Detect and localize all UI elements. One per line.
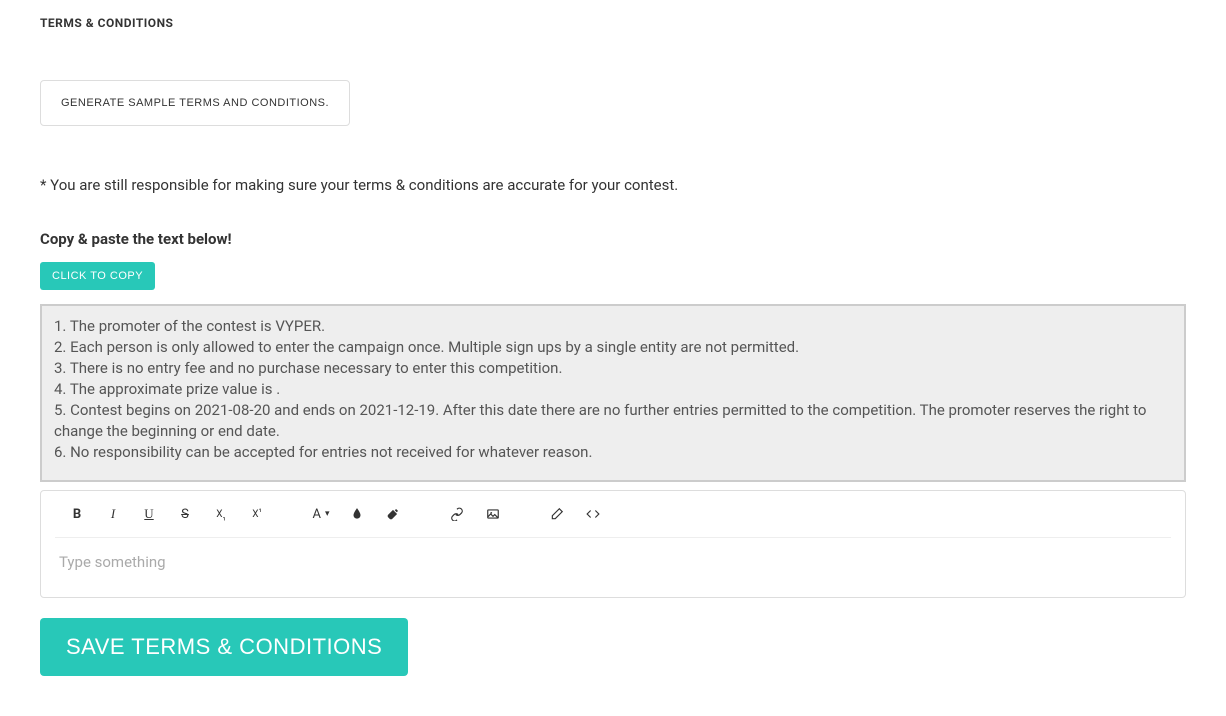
strikethrough-button[interactable]: S [167,499,203,529]
superscript-button[interactable]: X [239,499,275,529]
code-icon [586,507,600,521]
terms-line: 3. There is no entry fee and no purchase… [54,358,1174,379]
droplet-icon [350,507,364,521]
subscript-button[interactable]: X [203,499,239,529]
highlight-button[interactable] [375,499,411,529]
highlighter-icon [386,507,400,521]
font-icon: A [312,507,320,522]
code-view-button[interactable] [575,499,611,529]
section-title: TERMS & CONDITIONS [40,16,1186,30]
italic-button[interactable]: I [95,499,131,529]
font-family-button[interactable]: A▾ [303,499,339,529]
editor-placeholder: Type something [59,553,166,571]
rich-text-editor: B I U S X X A▾ [40,490,1186,598]
terms-line: 2. Each person is only allowed to enter … [54,337,1174,358]
copy-instruction: Copy & paste the text below! [40,230,1186,248]
bold-button[interactable]: B [59,499,95,529]
text-color-button[interactable] [339,499,375,529]
strike-icon: S [181,507,189,522]
save-terms-button[interactable]: SAVE TERMS & CONDITIONS [40,618,408,676]
generate-sample-button[interactable]: GENERATE SAMPLE TERMS AND CONDITIONS. [40,80,350,126]
image-icon [486,507,500,521]
superscript-icon: X [252,509,262,520]
link-button[interactable] [439,499,475,529]
terms-line: 4. The approximate prize value is . [54,379,1174,400]
editor-content-area[interactable]: Type something [41,538,1185,597]
subscript-icon: X [216,509,226,520]
disclaimer-text: * You are still responsible for making s… [40,176,1186,194]
link-icon [450,507,464,521]
underline-button[interactable]: U [131,499,167,529]
eraser-icon [550,507,564,521]
terms-line: 6. No responsibility can be accepted for… [54,442,1174,463]
click-to-copy-button[interactable]: CLICK TO COPY [40,262,155,290]
underline-icon: U [144,506,153,522]
terms-text-box[interactable]: 1. The promoter of the contest is VYPER.… [40,304,1186,482]
clear-format-button[interactable] [539,499,575,529]
editor-toolbar: B I U S X X A▾ [55,491,1171,538]
terms-line: 1. The promoter of the contest is VYPER. [54,316,1174,337]
terms-line: 5. Contest begins on 2021-08-20 and ends… [54,400,1174,442]
chevron-down-icon: ▾ [325,509,330,519]
image-button[interactable] [475,499,511,529]
